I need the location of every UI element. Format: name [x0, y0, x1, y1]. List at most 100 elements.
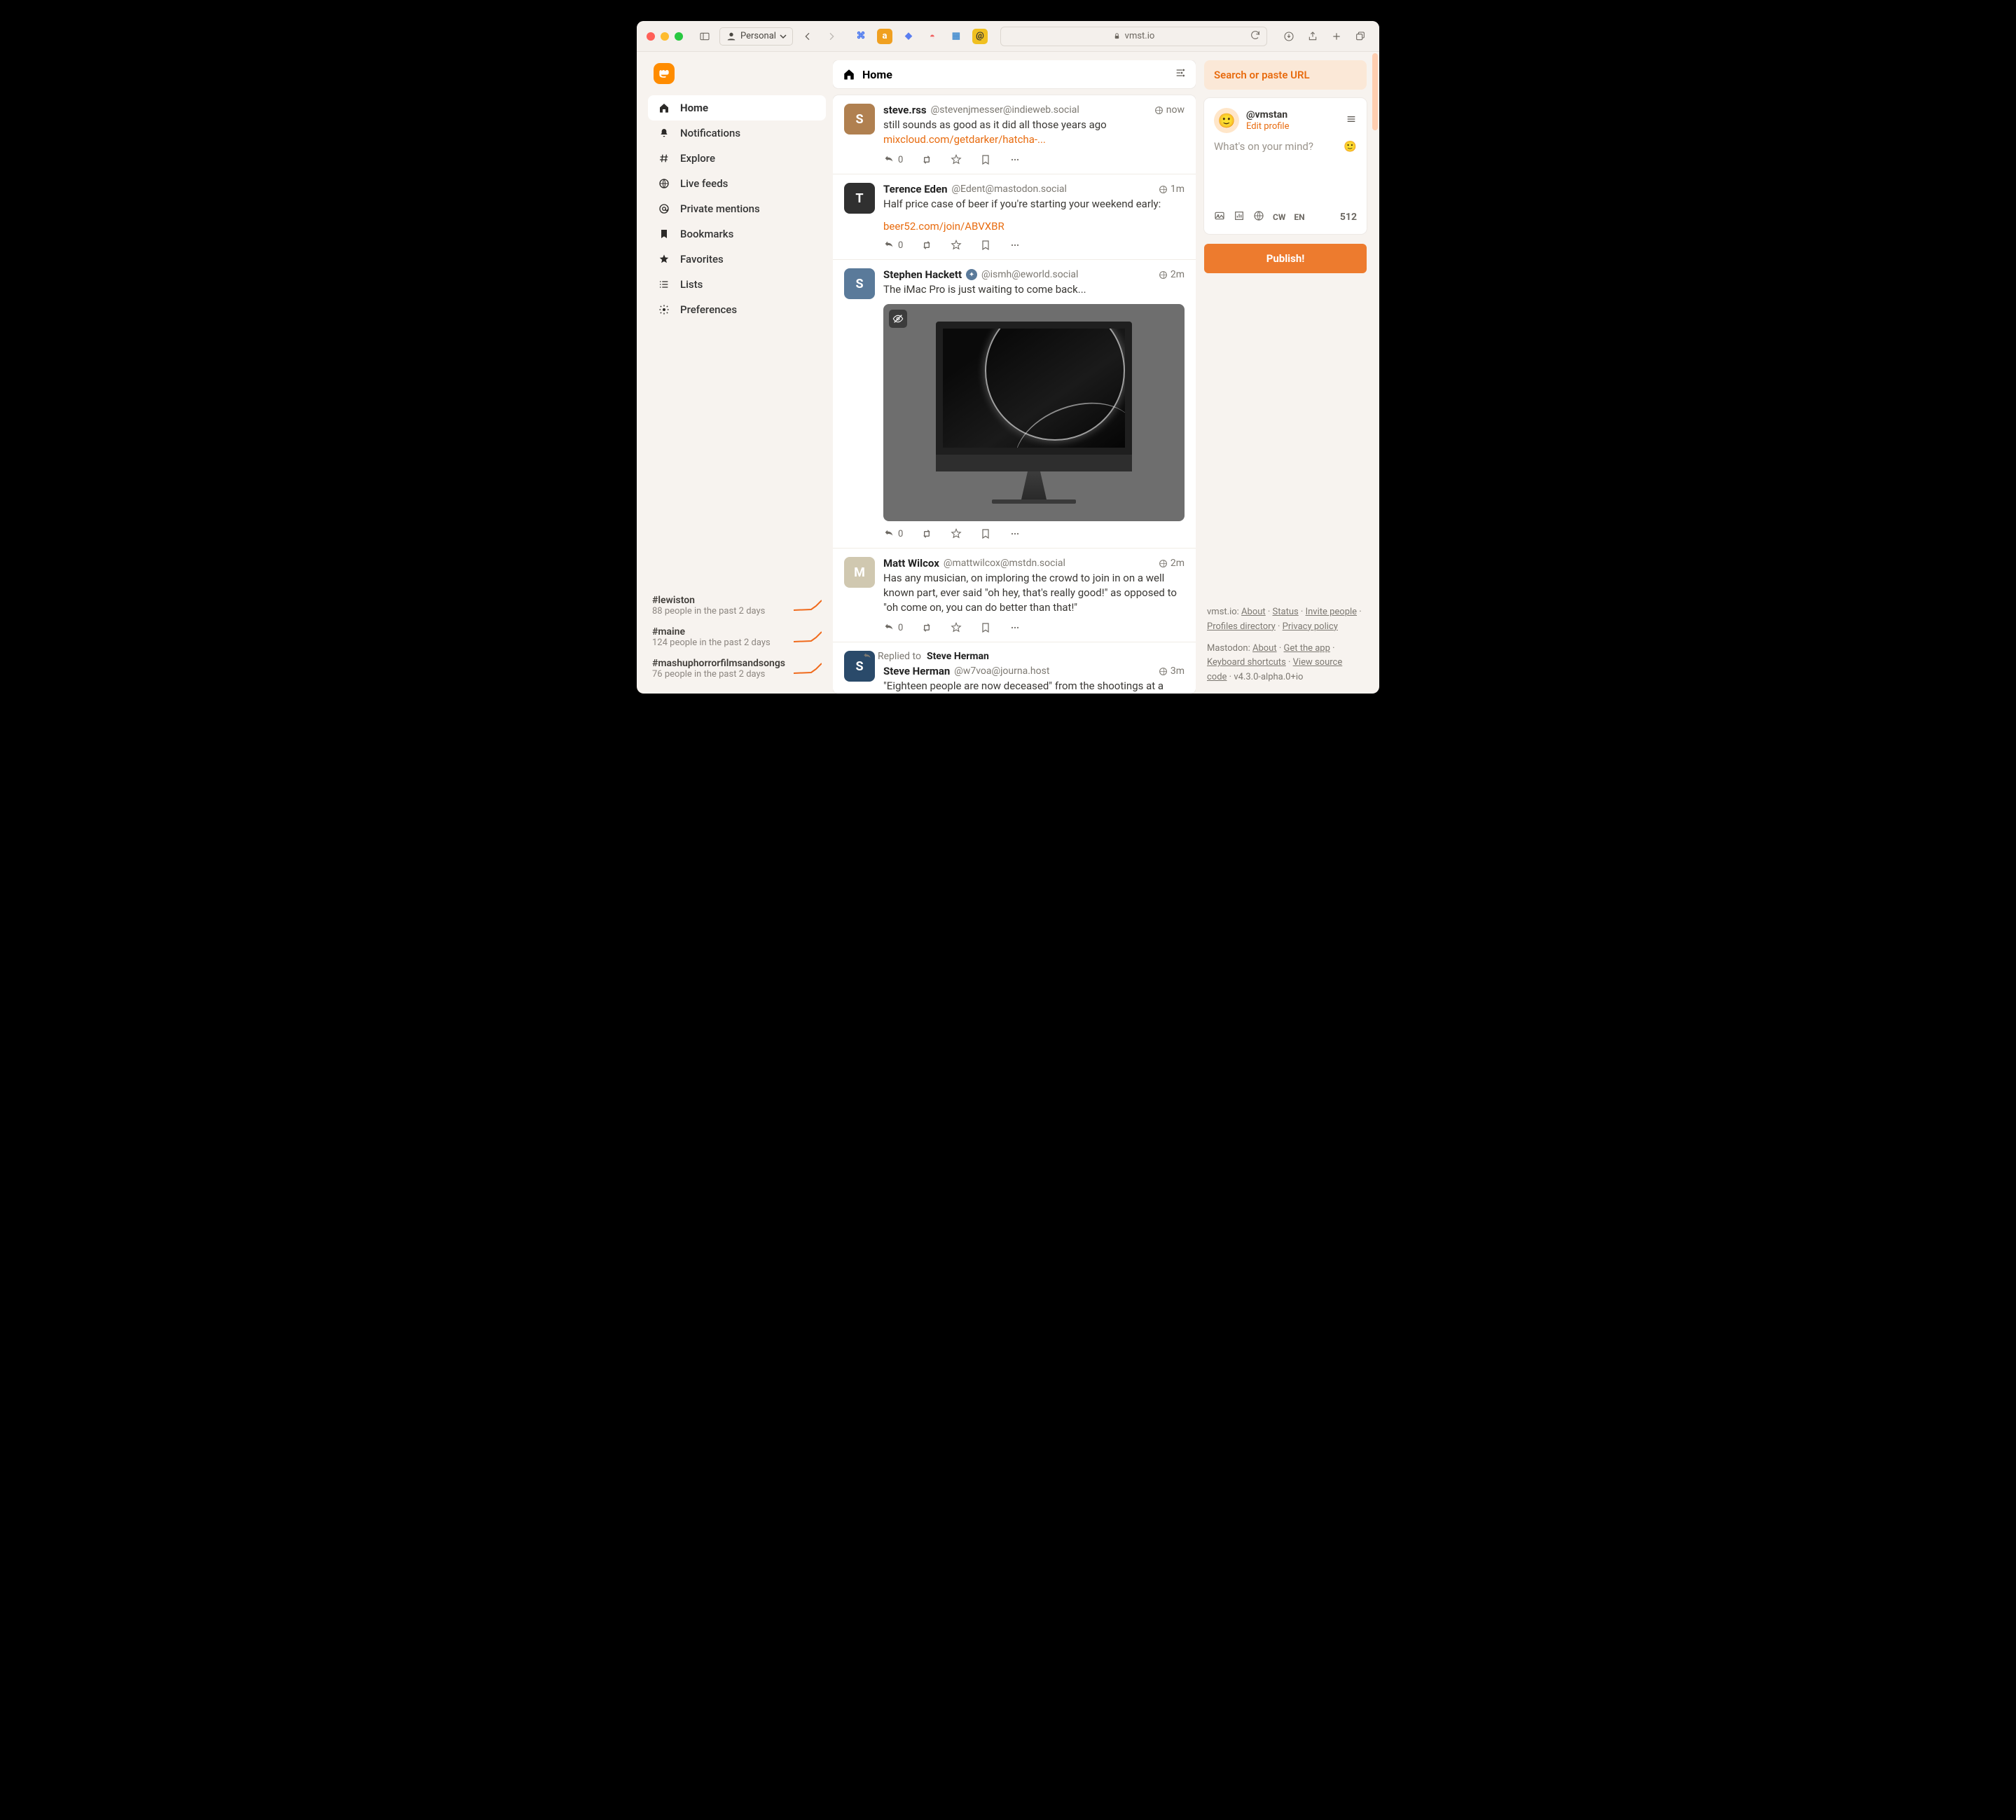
post-timestamp[interactable]: now [1154, 104, 1185, 116]
reply-button[interactable]: 0 [883, 240, 903, 251]
footer-getapp-link[interactable]: Get the app [1283, 643, 1330, 654]
maximize-window-button[interactable] [675, 32, 683, 41]
visibility-button[interactable] [1253, 210, 1264, 224]
trend-item[interactable]: #mashuphorrorfilmsandsongs76 people in t… [652, 658, 822, 680]
favorite-button[interactable] [951, 528, 962, 539]
nav-item-favorites[interactable]: Favorites [648, 247, 826, 272]
post-timestamp[interactable]: 2m [1159, 558, 1185, 569]
downloads-button[interactable] [1280, 27, 1298, 46]
bookmark-button[interactable] [980, 622, 991, 633]
compose-textarea[interactable]: What's on your mind? 🙂 [1214, 140, 1357, 189]
emoji-picker-button[interactable]: 🙂 [1344, 140, 1357, 153]
scrollbar-thumb[interactable] [1372, 53, 1378, 130]
trend-item[interactable]: #maine124 people in the past 2 days [652, 626, 822, 648]
bookmark-button[interactable] [980, 528, 991, 539]
reply-button[interactable]: 0 [883, 622, 903, 633]
post[interactable]: SReplied to Steve HermanSteve Herman@w7v… [833, 642, 1196, 694]
footer-status-link[interactable]: Status [1273, 607, 1299, 617]
more-button[interactable] [1009, 154, 1021, 165]
footer-privacy-link[interactable]: Privacy policy [1283, 621, 1338, 632]
sidebar-toggle-button[interactable] [696, 27, 714, 46]
tab-group-select[interactable]: Personal [719, 27, 793, 46]
avatar[interactable]: M [844, 557, 875, 588]
extension-icon[interactable]: ◆ [901, 29, 916, 44]
boost-button[interactable] [921, 622, 932, 633]
favorite-button[interactable] [951, 154, 962, 165]
favorite-button[interactable] [951, 622, 962, 633]
post-author-name[interactable]: Matt Wilcox [883, 557, 939, 570]
close-window-button[interactable] [647, 32, 655, 41]
extension-icon[interactable]: @ [972, 29, 988, 44]
extension-icon[interactable]: ⌘ [853, 29, 869, 44]
new-tab-button[interactable] [1327, 27, 1346, 46]
post[interactable]: SStephen Hackett✦@ismh@eworld.social2mTh… [833, 259, 1196, 548]
nav-item-preferences[interactable]: Preferences [648, 297, 826, 322]
attach-media-button[interactable] [1214, 210, 1225, 224]
post-media[interactable] [883, 304, 1185, 521]
nav-item-private-mentions[interactable]: Private mentions [648, 196, 826, 221]
post-author-handle[interactable]: @ismh@eworld.social [981, 269, 1078, 280]
nav-item-home[interactable]: Home [648, 95, 826, 120]
reply-button[interactable]: 0 [883, 154, 903, 165]
post-link[interactable]: beer52.com/join/ABVXBR [883, 220, 1004, 233]
post-author-handle[interactable]: @w7voa@journa.host [954, 666, 1049, 677]
post-timestamp[interactable]: 3m [1159, 666, 1185, 677]
post-author-handle[interactable]: @mattwilcox@mstdn.social [944, 558, 1065, 569]
boost-button[interactable] [921, 154, 932, 165]
footer-mastodon-about-link[interactable]: About [1252, 643, 1277, 654]
post-author-handle[interactable]: @Edent@mastodon.social [951, 184, 1066, 195]
share-button[interactable] [1304, 27, 1322, 46]
edit-profile-link[interactable]: Edit profile [1246, 121, 1290, 132]
extension-icon[interactable]: ▦ [948, 29, 964, 44]
reply-button[interactable]: 0 [883, 528, 903, 539]
avatar[interactable]: 🙂 [1214, 108, 1239, 133]
post-author-name[interactable]: steve.rss [883, 104, 927, 116]
address-bar[interactable]: vmst.io [1000, 27, 1267, 46]
back-button[interactable] [799, 27, 817, 46]
publish-button[interactable]: Publish! [1204, 244, 1367, 273]
bookmark-button[interactable] [980, 240, 991, 251]
post-author-name[interactable]: Terence Eden [883, 183, 947, 195]
footer-profiles-link[interactable]: Profiles directory [1207, 621, 1276, 632]
footer-shortcuts-link[interactable]: Keyboard shortcuts [1207, 657, 1286, 668]
avatar[interactable]: S [844, 104, 875, 135]
bookmark-button[interactable] [980, 154, 991, 165]
reload-button[interactable] [1250, 29, 1261, 43]
hide-media-button[interactable] [889, 310, 907, 328]
post[interactable]: Ssteve.rss @stevenjmesser@indieweb.social… [833, 95, 1196, 174]
minimize-window-button[interactable] [661, 32, 669, 41]
nav-item-bookmarks[interactable]: Bookmarks [648, 221, 826, 247]
post-author-handle[interactable]: @stevenjmesser@indieweb.social [931, 104, 1079, 116]
extension-icon[interactable]: ◓ [925, 29, 940, 44]
boost-button[interactable] [921, 240, 932, 251]
language-button[interactable]: EN [1294, 212, 1304, 222]
trend-item[interactable]: #lewiston88 people in the past 2 days [652, 595, 822, 616]
more-button[interactable] [1009, 240, 1021, 251]
favorite-button[interactable] [951, 240, 962, 251]
avatar[interactable]: T [844, 183, 875, 214]
column-settings-button[interactable] [1175, 67, 1186, 81]
post[interactable]: TTerence Eden@Edent@mastodon.social1mHal… [833, 174, 1196, 259]
compose-menu-button[interactable] [1346, 113, 1357, 127]
more-button[interactable] [1009, 622, 1021, 633]
nav-item-lists[interactable]: Lists [648, 272, 826, 297]
content-warning-button[interactable]: CW [1273, 212, 1285, 222]
post-author-name[interactable]: Steve Herman [883, 665, 950, 677]
post[interactable]: MMatt Wilcox@mattwilcox@mstdn.social2mHa… [833, 548, 1196, 642]
poll-button[interactable] [1234, 210, 1245, 224]
forward-button[interactable] [822, 27, 841, 46]
avatar[interactable]: S [844, 268, 875, 299]
more-button[interactable] [1009, 528, 1021, 539]
post-link[interactable]: mixcloud.com/getdarker/hatcha-... [883, 133, 1046, 146]
footer-about-link[interactable]: About [1241, 607, 1266, 617]
nav-item-explore[interactable]: Explore [648, 146, 826, 171]
nav-item-notifications[interactable]: Notifications [648, 120, 826, 146]
tabs-overview-button[interactable] [1351, 27, 1369, 46]
post-author-name[interactable]: Stephen Hackett [883, 268, 962, 281]
post-timestamp[interactable]: 2m [1159, 269, 1185, 280]
footer-invite-link[interactable]: Invite people [1306, 607, 1358, 617]
boost-button[interactable] [921, 528, 932, 539]
post-timestamp[interactable]: 1m [1159, 184, 1185, 195]
mastodon-logo[interactable] [654, 63, 675, 84]
nav-item-live-feeds[interactable]: Live feeds [648, 171, 826, 196]
